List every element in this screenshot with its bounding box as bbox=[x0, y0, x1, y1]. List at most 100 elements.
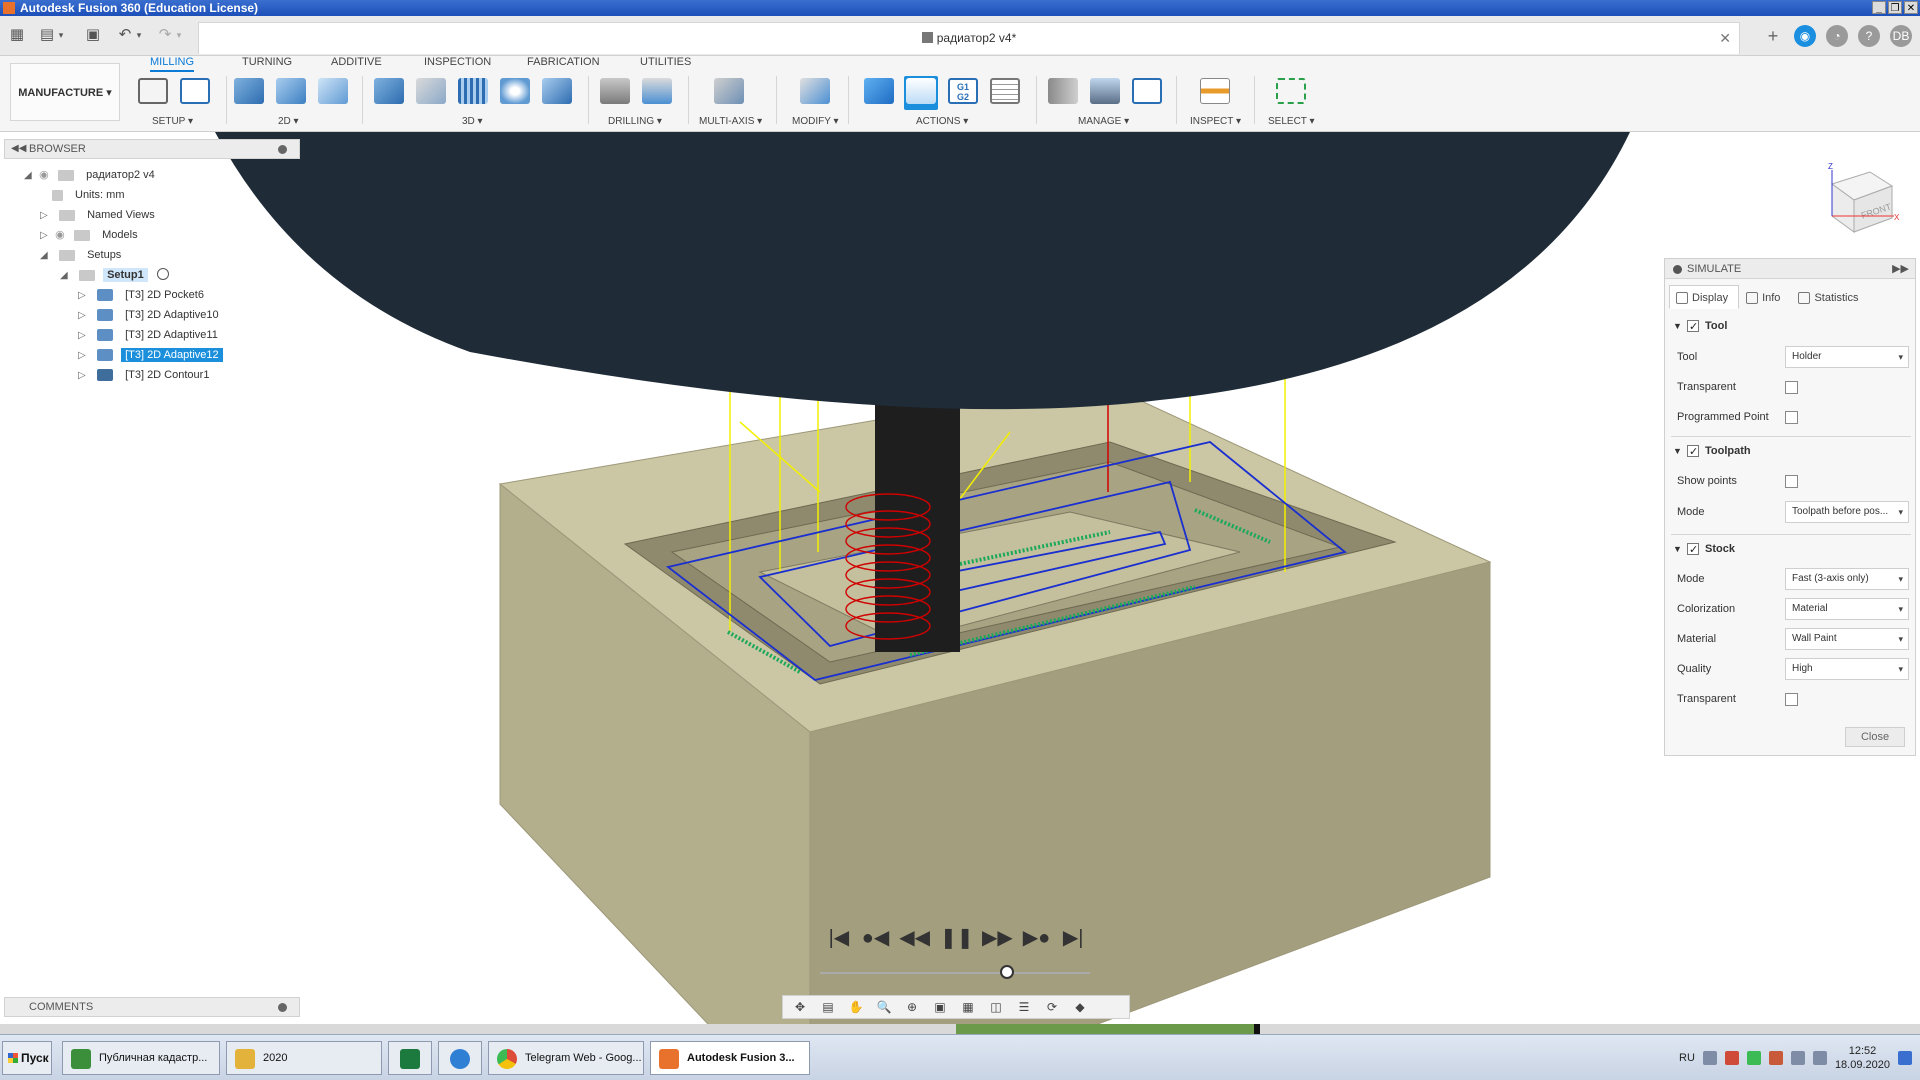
post-library-button[interactable] bbox=[1130, 76, 1164, 110]
expand-arrow-icon[interactable]: ▷ bbox=[78, 326, 90, 346]
viewports-icon[interactable]: ◫ bbox=[985, 999, 1007, 1015]
toolpath-section-header[interactable]: ▼ Toolpath bbox=[1673, 442, 1751, 461]
tab-turning[interactable]: TURNING bbox=[242, 56, 292, 68]
tree-op-adaptive12[interactable]: ▷ [T3] 2D Adaptive12 bbox=[78, 345, 223, 365]
expand-arrow-icon[interactable]: ▷ bbox=[78, 306, 90, 326]
stock-section-checkbox[interactable] bbox=[1687, 541, 1699, 559]
help-icon[interactable]: ? bbox=[1858, 25, 1880, 47]
expand-arrow-icon[interactable]: ▷ bbox=[40, 226, 52, 246]
tab-statistics[interactable]: Statistics bbox=[1791, 285, 1869, 309]
network-icon[interactable] bbox=[1702, 1051, 1717, 1065]
tree-setup1[interactable]: ◢ Setup1 bbox=[60, 265, 169, 285]
setup-sheet-button[interactable] bbox=[988, 76, 1022, 110]
simulate-header[interactable]: SIMULATE ▶▶ bbox=[1665, 259, 1915, 279]
pause-button[interactable]: ❚❚ bbox=[940, 924, 974, 952]
tab-info[interactable]: Info bbox=[1739, 285, 1791, 309]
parallel-button[interactable] bbox=[456, 76, 490, 110]
tree-named-views[interactable]: ▷ Named Views bbox=[40, 205, 159, 225]
save-icon[interactable]: ▣ bbox=[84, 26, 102, 44]
display-settings-icon[interactable]: ▣ bbox=[929, 999, 951, 1015]
collapse-arrow-icon[interactable]: ▼ bbox=[1673, 442, 1687, 460]
expand-panel-icon[interactable]: ▶▶ bbox=[1892, 259, 1909, 279]
chrome-tray-icon[interactable] bbox=[1746, 1051, 1761, 1065]
tab-utilities[interactable]: UTILITIES bbox=[640, 56, 691, 68]
multiaxis-group-label[interactable]: MULTI-AXIS ▾ bbox=[699, 116, 762, 127]
extensions-icon[interactable]: ◔ bbox=[1826, 25, 1848, 47]
collapse-arrow-icon[interactable]: ▼ bbox=[1673, 317, 1687, 335]
modify-button[interactable] bbox=[798, 76, 832, 110]
tree-root[interactable]: ◢ ◉ радиатор2 v4 bbox=[24, 165, 159, 185]
go-to-end-button[interactable]: ▶| bbox=[1060, 924, 1086, 952]
volume-icon[interactable] bbox=[1790, 1051, 1805, 1065]
scallop-button[interactable] bbox=[540, 76, 574, 110]
active-setup-target-icon[interactable] bbox=[156, 268, 169, 280]
tree-op-adaptive10[interactable]: ▷ [T3] 2D Adaptive10 bbox=[78, 305, 223, 325]
collapse-arrow-icon[interactable]: ◢ bbox=[24, 166, 36, 186]
collapse-arrow-icon[interactable]: ▼ bbox=[1673, 540, 1687, 558]
2d-pocket-button[interactable] bbox=[274, 76, 308, 110]
multi-axis-button[interactable] bbox=[712, 76, 746, 110]
taskbar-item-excel[interactable] bbox=[388, 1041, 432, 1075]
add-comment-icon[interactable] bbox=[278, 1003, 287, 1012]
3d-adaptive-button[interactable] bbox=[372, 76, 406, 110]
tree-setups[interactable]: ◢ Setups bbox=[40, 245, 125, 265]
zoom-icon[interactable]: 🔍 bbox=[873, 999, 895, 1015]
show-desktop-icon[interactable] bbox=[1898, 1051, 1912, 1065]
machine-library-button[interactable] bbox=[1088, 76, 1122, 110]
comments-panel[interactable]: COMMENTS bbox=[4, 997, 300, 1017]
minimize-button[interactable]: _ bbox=[1872, 1, 1886, 14]
viewcube[interactable]: FRONT X Z bbox=[1820, 160, 1900, 240]
acrobat-icon[interactable] bbox=[1724, 1051, 1739, 1065]
browser-header[interactable]: ◀◀ BROWSER bbox=[4, 139, 300, 159]
stock-mode-select[interactable]: Fast (3-axis only) bbox=[1785, 568, 1909, 590]
simulate-button[interactable] bbox=[904, 76, 938, 110]
select-group-label[interactable]: SELECT ▾ bbox=[1268, 116, 1315, 127]
tool-transparent-checkbox[interactable] bbox=[1785, 381, 1798, 394]
tab-display[interactable]: Display bbox=[1669, 285, 1740, 309]
select-button[interactable] bbox=[1274, 76, 1308, 110]
actions-group-label[interactable]: ACTIONS ▾ bbox=[916, 116, 968, 127]
hole-recognition-button[interactable] bbox=[640, 76, 674, 110]
measure-button[interactable] bbox=[1198, 76, 1232, 110]
stock-section-header[interactable]: ▼ Stock bbox=[1673, 540, 1735, 559]
taskbar-item[interactable]: 2020 bbox=[226, 1041, 382, 1075]
document-tab[interactable]: радиатор2 v4* ✕ bbox=[198, 22, 1740, 54]
tool-section-header[interactable]: ▼ Tool bbox=[1673, 317, 1727, 336]
user-avatar[interactable]: DB bbox=[1890, 25, 1912, 47]
tab-fabrication[interactable]: FABRICATION bbox=[527, 56, 600, 68]
setup-folder-button[interactable] bbox=[136, 76, 170, 110]
close-tab-icon[interactable]: ✕ bbox=[1719, 30, 1731, 47]
manage-group-label[interactable]: MANAGE ▾ bbox=[1078, 116, 1129, 127]
drill-button[interactable] bbox=[598, 76, 632, 110]
tool-select[interactable]: Holder bbox=[1785, 346, 1909, 368]
close-window-button[interactable]: ✕ bbox=[1904, 1, 1918, 14]
collapse-arrow-icon[interactable]: ◢ bbox=[40, 246, 52, 266]
taskbar-item[interactable]: Публичная кадастр... bbox=[62, 1041, 220, 1075]
3d-group-label[interactable]: 3D ▾ bbox=[462, 116, 483, 127]
taskbar-item-ie[interactable] bbox=[438, 1041, 482, 1075]
collapse-browser-icon[interactable]: ◀◀ bbox=[11, 140, 26, 158]
language-indicator[interactable]: RU bbox=[1679, 1052, 1695, 1064]
orbit-icon[interactable]: ✥ bbox=[789, 999, 811, 1015]
expand-arrow-icon[interactable]: ▷ bbox=[78, 286, 90, 306]
tool-library-button[interactable] bbox=[1046, 76, 1080, 110]
previous-operation-button[interactable]: ●◀ bbox=[862, 924, 889, 952]
file-dropdown-icon[interactable]: ▾ bbox=[56, 26, 66, 44]
step-back-button[interactable]: ◀◀ bbox=[899, 924, 930, 952]
rotate-view-icon[interactable]: ⟳ bbox=[1041, 999, 1063, 1015]
modify-group-label[interactable]: MODIFY ▾ bbox=[792, 116, 839, 127]
visibility-eye-icon[interactable]: ◉ bbox=[55, 225, 71, 245]
redo-icon[interactable]: ↷ bbox=[156, 26, 174, 44]
browser-options-icon[interactable] bbox=[278, 145, 287, 154]
stock-transparent-checkbox[interactable] bbox=[1785, 693, 1798, 706]
new-tab-icon[interactable]: + bbox=[1762, 25, 1784, 47]
tab-milling[interactable]: MILLING bbox=[150, 56, 195, 72]
expand-arrow-icon[interactable]: ▷ bbox=[40, 206, 52, 226]
workspace-switcher[interactable]: MANUFACTURE ▾ bbox=[10, 63, 120, 121]
close-button[interactable]: Close bbox=[1845, 727, 1905, 747]
toolpath-mode-select[interactable]: Toolpath before pos... bbox=[1785, 501, 1909, 523]
tree-op-contour1[interactable]: ▷ [T3] 2D Contour1 bbox=[78, 365, 213, 385]
setup-group-label[interactable]: SETUP ▾ bbox=[152, 116, 193, 127]
look-at-icon[interactable]: ▤ bbox=[817, 999, 839, 1015]
material-select[interactable]: Wall Paint bbox=[1785, 628, 1909, 650]
